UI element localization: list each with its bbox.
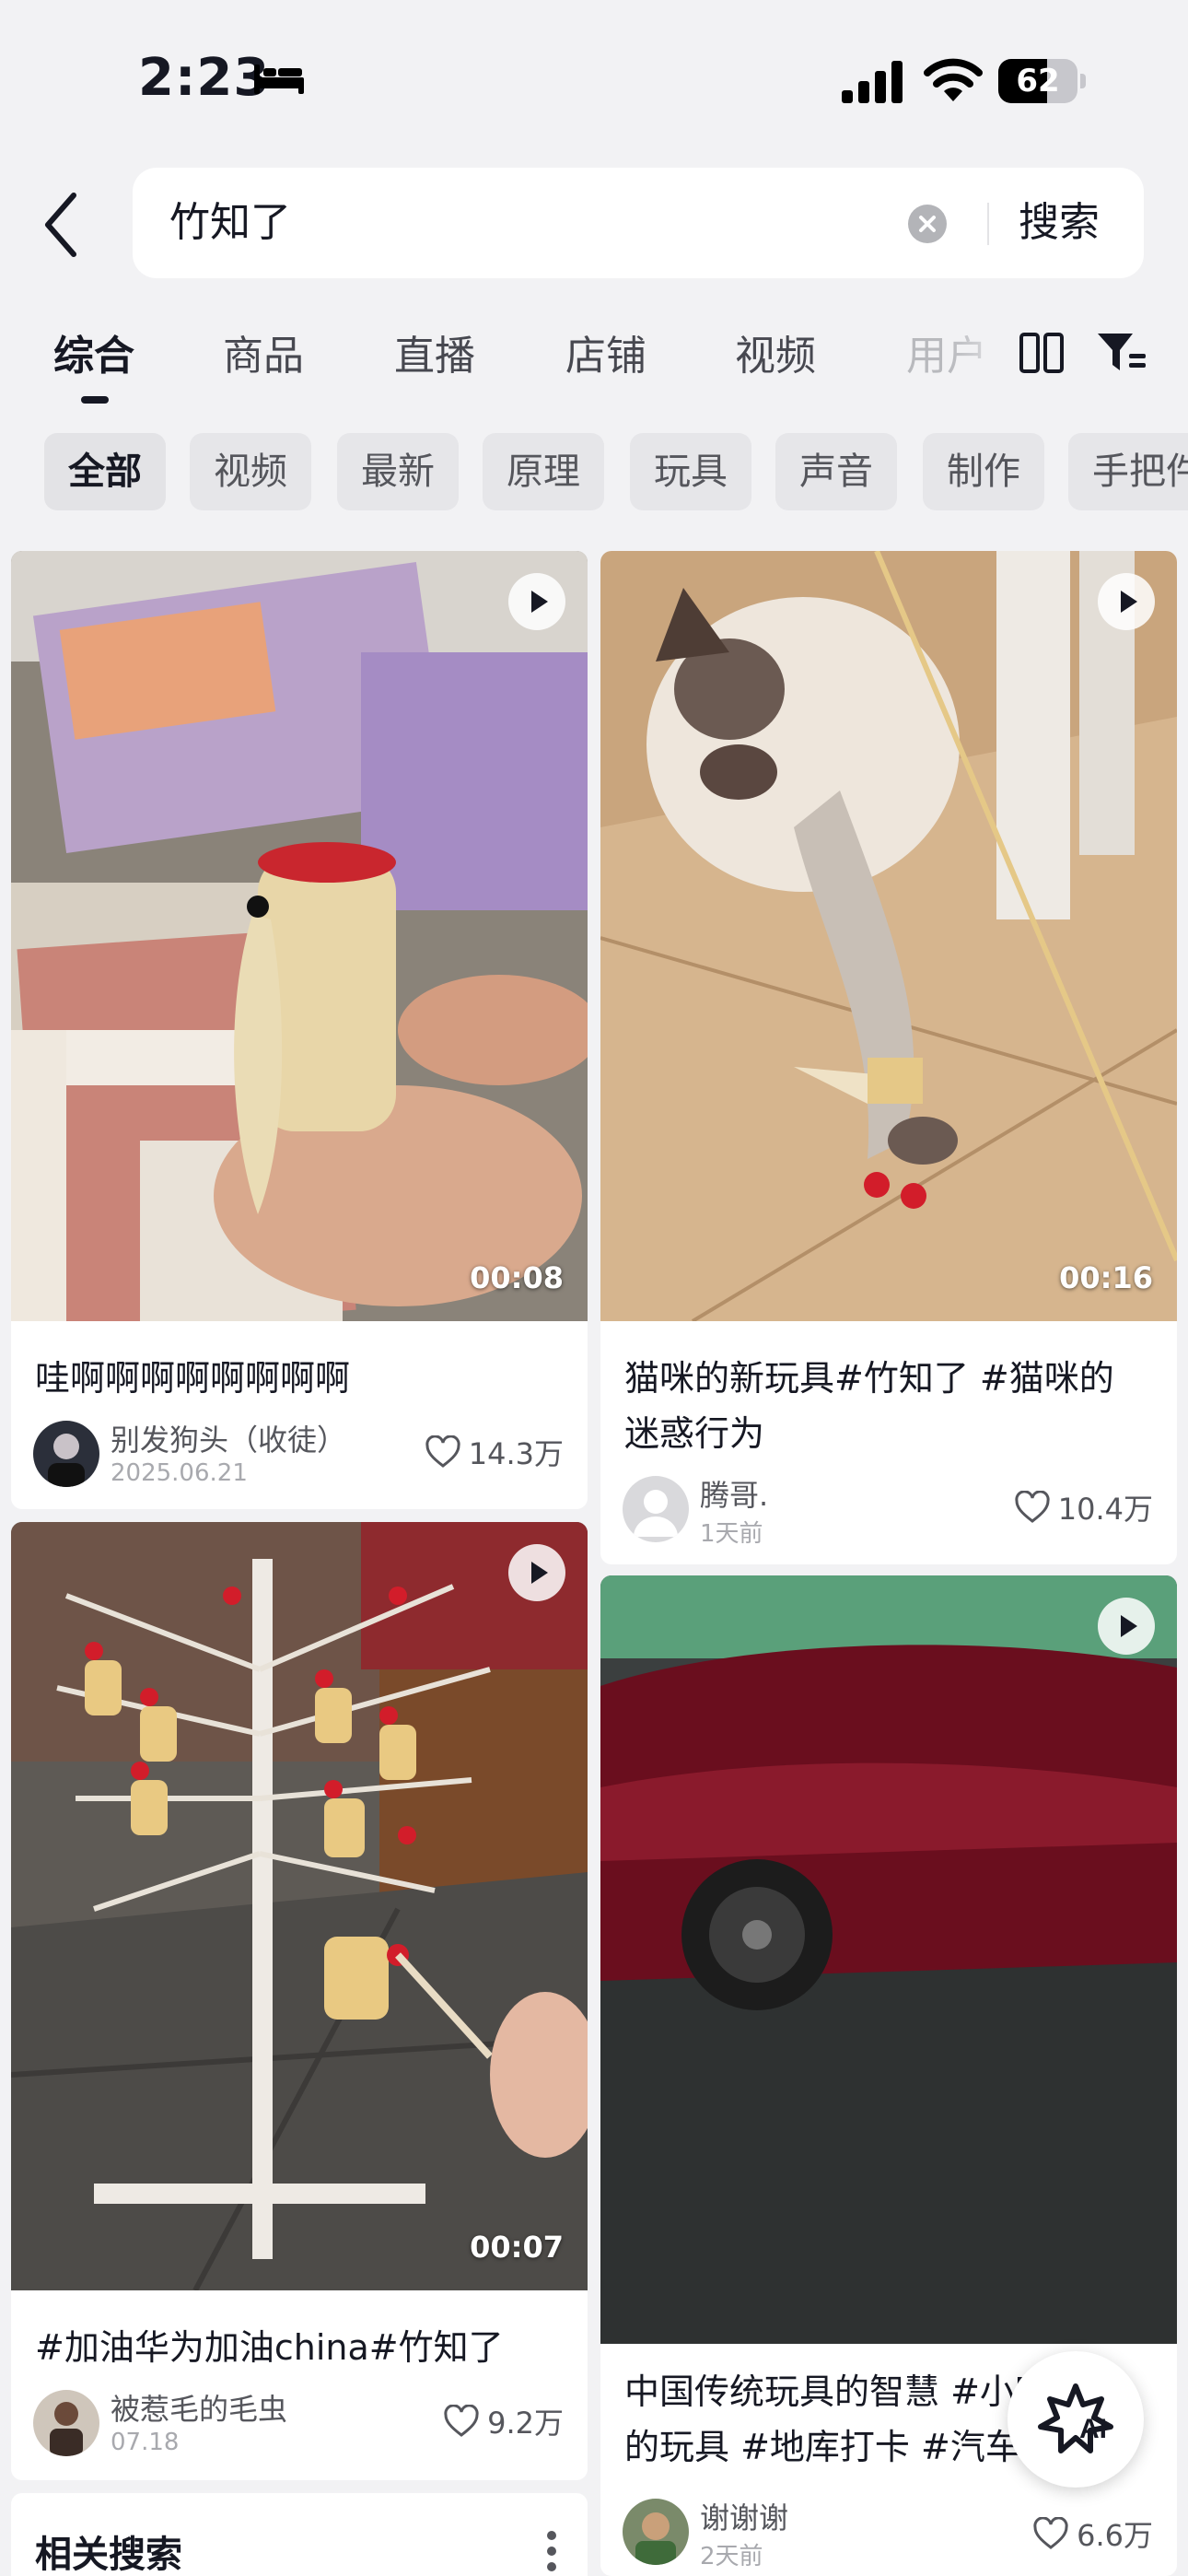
video-thumbnail[interactable]: 00:08 bbox=[11, 551, 588, 1321]
bed-icon bbox=[254, 64, 304, 94]
heart-icon bbox=[1033, 2517, 1068, 2549]
avatar[interactable] bbox=[623, 2499, 689, 2565]
search-query-text[interactable]: 竹知了 bbox=[169, 168, 291, 278]
video-duration: 00:07 bbox=[470, 2230, 564, 2265]
post-date: 1天前 bbox=[700, 1520, 763, 1548]
post-date: 07.18 bbox=[111, 2429, 180, 2456]
ai-icon: AI bbox=[1038, 2383, 1113, 2453]
video-card[interactable]: 00:08 哇啊啊啊啊啊啊啊啊 别发狗头（收徒） 2025.06.21 14.3… bbox=[11, 551, 588, 1509]
tab-indicator bbox=[81, 396, 109, 404]
play-icon bbox=[1098, 573, 1155, 630]
chip-sound[interactable]: 声音 bbox=[775, 433, 897, 510]
like-count[interactable]: 6.6万 bbox=[1032, 2513, 1153, 2554]
video-duration: 00:16 bbox=[1059, 1260, 1153, 1295]
status-bar: 2:23 62 bbox=[0, 0, 1188, 157]
video-title-line1[interactable]: 猫咪的新玩具#竹知了 #猫咪的 bbox=[624, 1351, 1168, 1406]
chip-handheld[interactable]: 手把件 bbox=[1068, 433, 1188, 510]
thumbnail-image bbox=[600, 1575, 1177, 2344]
avatar[interactable] bbox=[33, 2390, 99, 2456]
play-icon bbox=[1098, 1598, 1155, 1655]
video-thumbnail[interactable]: 00:16 bbox=[600, 551, 1177, 1321]
like-count-text: 9.2万 bbox=[487, 2406, 564, 2441]
search-divider bbox=[987, 203, 989, 245]
video-card[interactable]: 00:07 #加油华为加油china#竹知了 被惹毛的毛虫 07.18 9.2万 bbox=[11, 1522, 588, 2480]
tab-stores[interactable]: 店铺 bbox=[565, 322, 646, 381]
like-count[interactable]: 10.4万 bbox=[1014, 1487, 1153, 1528]
video-card[interactable]: 00:16 猫咪的新玩具#竹知了 #猫咪的 迷惑行为 腾哥. 1天前 10.4万 bbox=[600, 551, 1177, 1564]
author-name[interactable]: 被惹毛的毛虫 bbox=[111, 2386, 287, 2429]
ai-label: AI bbox=[1079, 2414, 1107, 2444]
video-duration: 00:08 bbox=[470, 1260, 564, 1295]
tab-live[interactable]: 直播 bbox=[394, 322, 475, 381]
video-title[interactable]: 哇啊啊啊啊啊啊啊啊 bbox=[35, 1351, 569, 1406]
signal-icon bbox=[842, 61, 903, 103]
tab-videos[interactable]: 视频 bbox=[735, 322, 816, 381]
tab-comprehensive[interactable]: 综合 bbox=[53, 322, 134, 381]
like-count[interactable]: 14.3万 bbox=[425, 1432, 564, 1472]
more-icon[interactable] bbox=[545, 2528, 558, 2574]
search-results-screen: 2:23 62 竹知了 搜索 综合 商品 直播 店铺 视频 用户 全部 视频 最… bbox=[0, 0, 1188, 2576]
video-thumbnail[interactable]: 00:07 bbox=[11, 1522, 588, 2290]
ai-assistant-button[interactable]: AI bbox=[1007, 2351, 1144, 2488]
chip-all[interactable]: 全部 bbox=[44, 433, 166, 510]
chip-toy[interactable]: 玩具 bbox=[630, 433, 751, 510]
post-date: 2025.06.21 bbox=[111, 1459, 248, 1487]
thumbnail-image bbox=[11, 1522, 588, 2290]
like-count-text: 10.4万 bbox=[1057, 1492, 1153, 1527]
author-name[interactable]: 谢谢谢 bbox=[700, 2495, 788, 2537]
status-time: 2:23 bbox=[138, 48, 271, 108]
avatar[interactable] bbox=[623, 1476, 689, 1542]
video-title[interactable]: #加油华为加油china#竹知了 bbox=[35, 2320, 569, 2375]
chip-latest[interactable]: 最新 bbox=[337, 433, 459, 510]
result-tabs: 综合 商品 直播 店铺 视频 用户 bbox=[0, 313, 1188, 415]
avatar[interactable] bbox=[33, 1421, 99, 1487]
like-count-text: 14.3万 bbox=[468, 1436, 564, 1471]
tab-products[interactable]: 商品 bbox=[223, 322, 304, 381]
post-date: 2天前 bbox=[700, 2543, 763, 2570]
battery-percent: 62 bbox=[1016, 63, 1060, 100]
search-input[interactable]: 竹知了 搜索 bbox=[133, 168, 1144, 278]
related-search-title: 相关搜索 bbox=[35, 2534, 182, 2576]
battery-indicator: 62 bbox=[998, 59, 1086, 103]
play-icon bbox=[508, 1544, 565, 1601]
heart-icon bbox=[425, 1435, 460, 1468]
chip-video[interactable]: 视频 bbox=[190, 433, 311, 510]
search-button[interactable]: 搜索 bbox=[1019, 168, 1100, 278]
filter-chips: 全部 视频 最新 原理 玩具 声音 制作 手把件 bbox=[0, 433, 1188, 512]
heart-icon bbox=[444, 2405, 479, 2437]
clear-icon[interactable] bbox=[908, 205, 947, 243]
related-search-section[interactable]: 相关搜索 bbox=[11, 2493, 588, 2576]
thumbnail-image bbox=[11, 551, 588, 1321]
filter-icon[interactable] bbox=[1096, 330, 1147, 376]
like-count-text: 6.6万 bbox=[1077, 2518, 1153, 2553]
tab-fade bbox=[949, 313, 1022, 396]
chip-principle[interactable]: 原理 bbox=[483, 433, 604, 510]
layout-icon[interactable] bbox=[1019, 332, 1065, 374]
play-icon bbox=[508, 573, 565, 630]
chip-making[interactable]: 制作 bbox=[923, 433, 1044, 510]
author-name[interactable]: 腾哥. bbox=[700, 1472, 768, 1515]
author-name[interactable]: 别发狗头（收徒） bbox=[111, 1417, 346, 1459]
heart-icon bbox=[1015, 1491, 1050, 1523]
video-thumbnail[interactable] bbox=[600, 1575, 1177, 2344]
video-title-line2[interactable]: 迷惑行为 bbox=[624, 1406, 1168, 1461]
back-arrow-icon[interactable] bbox=[37, 188, 85, 262]
wifi-icon bbox=[924, 58, 983, 101]
thumbnail-image bbox=[600, 551, 1177, 1321]
like-count[interactable]: 9.2万 bbox=[443, 2401, 564, 2441]
